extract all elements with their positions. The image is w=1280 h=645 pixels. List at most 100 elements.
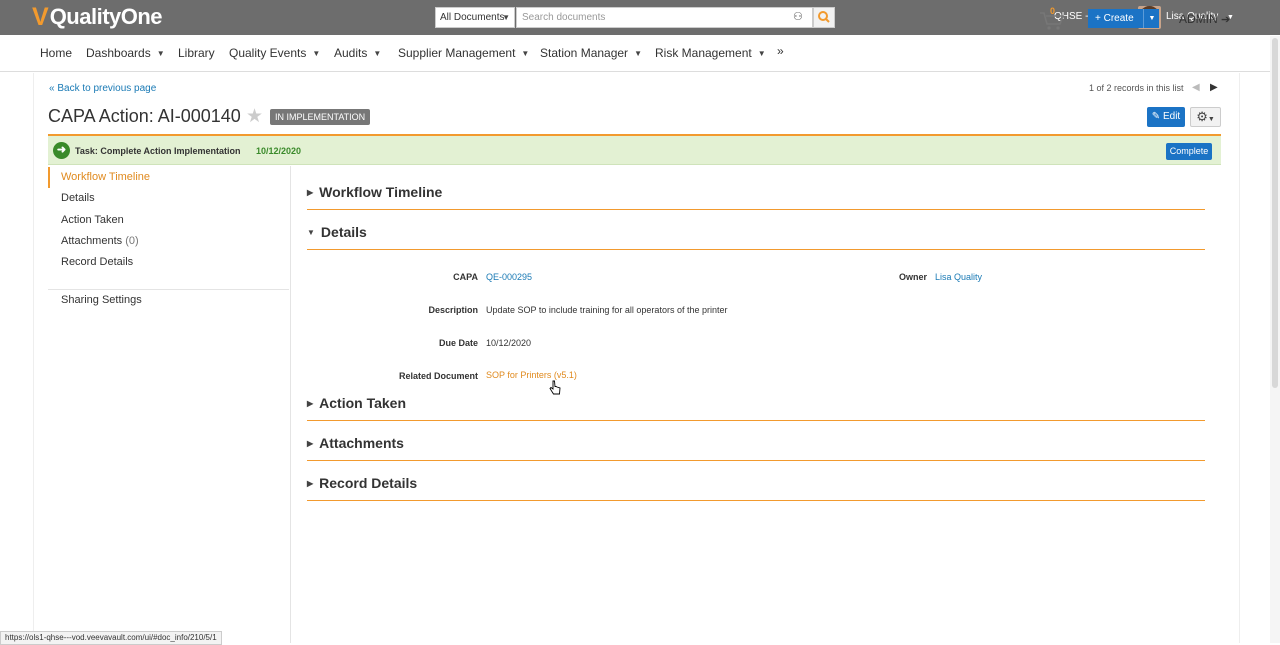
nav-risk-management[interactable]: Risk Management ▼	[655, 46, 766, 60]
attachments-count: (0)	[125, 235, 139, 247]
description-label: Description	[428, 305, 478, 315]
section-divider	[307, 500, 1205, 501]
hand-cursor-icon	[549, 380, 561, 395]
nav-dashboards-label: Dashboards	[86, 46, 151, 60]
sidebar-item-record-details[interactable]: Record Details	[61, 256, 133, 268]
chevron-down-icon: ▼	[757, 49, 766, 58]
section-action-taken[interactable]: ▶ Action Taken	[307, 395, 406, 411]
nav-supplier-management[interactable]: Supplier Management ▼	[398, 46, 529, 60]
section-workflow-timeline[interactable]: ▶ Workflow Timeline	[307, 184, 442, 200]
section-divider	[307, 249, 1205, 250]
sidebar-item-label: Attachments	[61, 235, 123, 247]
task-date: 10/12/2020	[256, 146, 302, 156]
nav-quality-events[interactable]: Quality Events ▼	[229, 46, 320, 60]
search-icon	[818, 11, 830, 23]
description-value: Update SOP to include training for all o…	[486, 305, 728, 315]
binoculars-icon[interactable]: ⚇	[793, 10, 803, 23]
arrow-right-circle-icon: ➔	[1221, 14, 1231, 26]
next-record-icon[interactable]: ▶	[1210, 82, 1218, 93]
logo-text: QualityOne	[49, 4, 163, 29]
section-title: Details	[320, 224, 367, 240]
nav-dashboards[interactable]: Dashboards ▼	[86, 46, 165, 60]
nav-audits-label: Audits	[334, 46, 368, 60]
caret-right-icon: ▶	[307, 399, 314, 408]
caret-right-icon: ▶	[307, 439, 314, 448]
more-nav-icon[interactable]: »	[777, 44, 784, 58]
record-position: 1 of 2 records in this list	[1089, 83, 1184, 93]
related-document-label: Related Document	[398, 371, 478, 381]
section-details[interactable]: ▼ Details	[307, 224, 367, 240]
gear-icon: ⚙	[1196, 109, 1208, 124]
quality-one-logo[interactable]: V QualityOne	[32, 3, 163, 31]
search-scope-label: All Documents	[440, 12, 505, 23]
cart-count: 0	[1050, 6, 1056, 16]
section-title: Action Taken	[319, 395, 407, 411]
chevron-down-icon[interactable]: ▼	[1143, 9, 1160, 28]
sidebar-active-indicator	[48, 167, 50, 188]
sidebar-item-action-taken[interactable]: Action Taken	[61, 214, 124, 226]
task-arrow-icon: ➜	[53, 142, 70, 159]
section-record-details[interactable]: ▶ Record Details	[307, 475, 417, 491]
chevron-down-icon: ▼	[312, 49, 321, 58]
sidebar-item-details[interactable]: Details	[61, 192, 95, 204]
section-divider	[307, 420, 1205, 421]
section-title: Record Details	[319, 475, 418, 491]
plus-icon: +	[1095, 13, 1101, 24]
section-attachments[interactable]: ▶ Attachments	[307, 435, 404, 451]
sidebar-item-attachments[interactable]: Attachments (0)	[61, 235, 139, 247]
section-divider	[307, 209, 1205, 210]
page-scrollbar[interactable]	[1270, 36, 1280, 643]
caret-down-icon: ▼	[307, 228, 315, 237]
nav-audits[interactable]: Audits ▼	[334, 46, 381, 60]
logo-mark: V	[32, 3, 49, 31]
edit-button[interactable]: ✎ Edit	[1147, 107, 1185, 127]
nav-library[interactable]: Library	[178, 46, 215, 60]
pencil-icon: ✎	[1151, 111, 1161, 122]
search-scope-select[interactable]: All Documents ▼	[435, 7, 515, 28]
page-title: CAPA Action: AI-000140	[48, 106, 241, 126]
nav-quality-events-label: Quality Events	[229, 46, 307, 60]
create-label: Create	[1103, 13, 1134, 24]
task-label: Task: Complete Action Implementation	[75, 146, 241, 156]
chevron-down-icon: ▼	[156, 49, 165, 58]
section-divider	[307, 460, 1205, 461]
sidebar-item-sharing-settings[interactable]: Sharing Settings	[61, 294, 142, 306]
previous-record-icon[interactable]: ◀	[1192, 82, 1200, 93]
nav-home[interactable]: Home	[40, 46, 72, 60]
admin-label: ADMIN	[1179, 12, 1218, 26]
section-title: Workflow Timeline	[319, 184, 443, 200]
nav-risk-management-label: Risk Management	[655, 46, 752, 60]
complete-button[interactable]: Complete	[1166, 143, 1212, 160]
search-input[interactable]: Search documents	[516, 7, 813, 28]
related-document-link[interactable]: SOP for Printers (v5.1)	[486, 370, 577, 380]
admin-link[interactable]: ADMIN ➔	[1179, 12, 1230, 26]
sidebar-item-workflow-timeline[interactable]: Workflow Timeline	[61, 171, 150, 183]
back-link[interactable]: « Back to previous page	[49, 83, 156, 94]
nav-station-manager-label: Station Manager	[540, 46, 629, 60]
scrollbar-thumb[interactable]	[1272, 38, 1278, 388]
section-title: Attachments	[319, 435, 404, 451]
capa-label: CAPA	[453, 272, 478, 282]
caret-right-icon: ▶	[307, 188, 314, 197]
favorite-star-icon[interactable]: ★	[246, 105, 263, 128]
nav-station-manager[interactable]: Station Manager ▼	[540, 46, 642, 60]
chevron-down-icon: ▼	[373, 49, 382, 58]
chevron-down-icon: ▼	[634, 49, 642, 58]
owner-label: Owner	[898, 272, 927, 282]
chevron-down-icon: ▼	[521, 49, 530, 58]
actions-menu-button[interactable]: ⚙▼	[1190, 107, 1221, 127]
chevron-down-icon: ▼	[1207, 116, 1215, 123]
chevron-down-icon: ▼	[502, 13, 510, 22]
due-date-value: 10/12/2020	[486, 338, 532, 348]
create-button[interactable]: + Create ▼	[1088, 9, 1159, 28]
sidebar-border	[290, 166, 291, 643]
sidebar-divider	[48, 289, 289, 290]
status-badge: IN IMPLEMENTATION	[270, 109, 371, 125]
nav-supplier-management-label: Supplier Management	[398, 46, 516, 60]
caret-right-icon: ▶	[307, 479, 314, 488]
due-date-label: Due Date	[438, 338, 478, 348]
owner-link[interactable]: Lisa Quality	[935, 272, 982, 282]
capa-link[interactable]: QE-000295	[486, 272, 532, 282]
search-button[interactable]	[813, 7, 835, 28]
edit-label: Edit	[1162, 111, 1181, 122]
